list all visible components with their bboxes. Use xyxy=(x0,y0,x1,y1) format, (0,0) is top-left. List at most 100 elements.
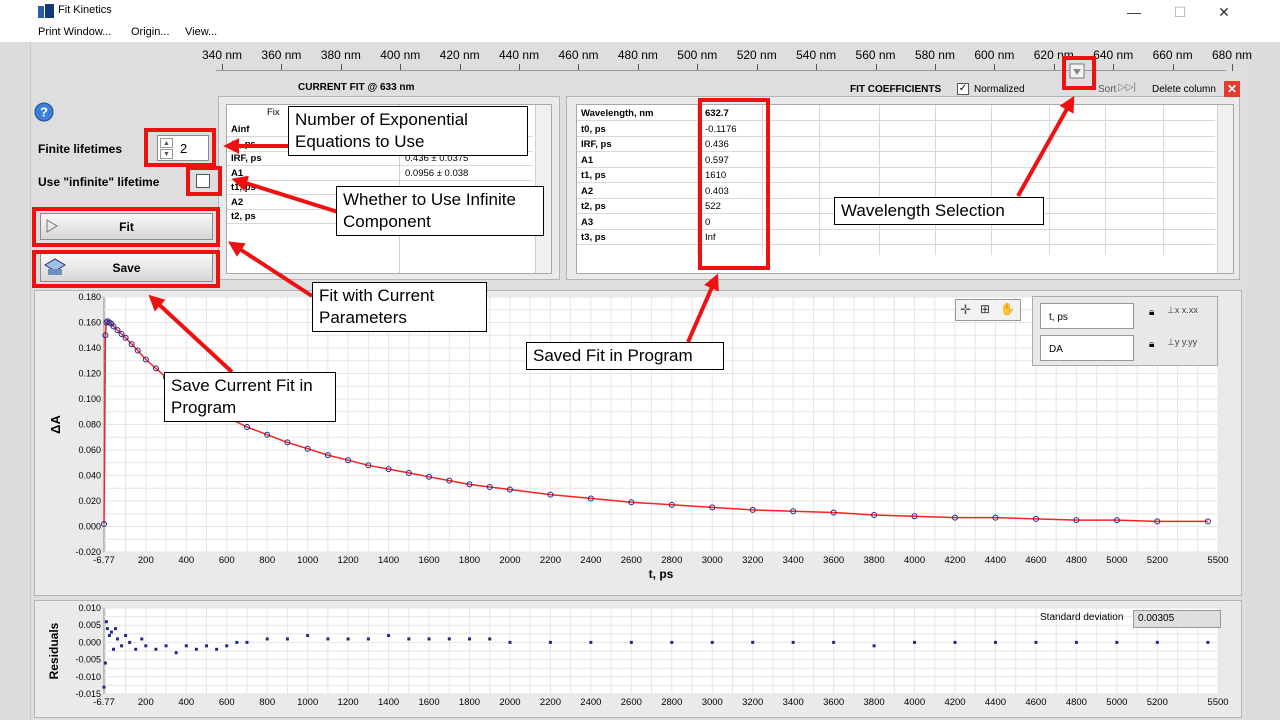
data-point xyxy=(326,637,330,641)
callout-saved: Saved Fit in Program xyxy=(526,342,724,370)
data-point xyxy=(103,661,107,665)
y-tick-label: 0.010 xyxy=(78,603,101,613)
x-tick-label: 1400 xyxy=(378,697,399,708)
data-point xyxy=(154,647,158,651)
x-tick-label: 2600 xyxy=(621,697,642,708)
x-tick-label: 3800 xyxy=(864,697,885,708)
x-tick-label: 2000 xyxy=(499,697,520,708)
data-point xyxy=(164,644,168,648)
x-tick-label: 1200 xyxy=(338,697,359,708)
data-point xyxy=(710,640,714,644)
data-point xyxy=(913,640,917,644)
y-axis-label: Residuals xyxy=(47,622,61,679)
x-tick-label: 200 xyxy=(138,697,154,708)
x-tick-label: 3400 xyxy=(783,697,804,708)
callout-save: Save Current Fit in Program xyxy=(164,372,336,422)
y-tick-label: 0.000 xyxy=(78,637,101,647)
data-point xyxy=(508,640,512,644)
x-tick-label: 2800 xyxy=(661,697,682,708)
data-point xyxy=(447,637,451,641)
data-point xyxy=(306,634,310,638)
std-dev-value: 0.00305 xyxy=(1133,610,1221,628)
data-point xyxy=(953,640,957,644)
data-point xyxy=(366,637,370,641)
data-point xyxy=(245,640,249,644)
data-point xyxy=(589,640,593,644)
data-point xyxy=(265,637,269,641)
data-point xyxy=(488,637,492,641)
y-tick-label: 0.005 xyxy=(78,620,101,630)
data-point xyxy=(548,640,552,644)
callout-wavelength: Wavelength Selection xyxy=(834,197,1044,225)
data-point xyxy=(387,634,391,638)
x-tick-label: 5500 xyxy=(1207,697,1228,708)
annotation-box-lifetimes xyxy=(144,128,216,167)
data-point xyxy=(144,644,148,648)
callout-infinite: Whether to Use Infinite Component xyxy=(336,186,544,236)
data-point xyxy=(670,640,674,644)
data-point xyxy=(1206,640,1210,644)
x-tick-label: 3200 xyxy=(742,697,763,708)
data-point xyxy=(102,685,106,689)
data-point xyxy=(128,640,132,644)
data-point xyxy=(872,644,876,648)
x-tick-label: 600 xyxy=(219,697,235,708)
y-tick-label: -0.010 xyxy=(75,672,101,682)
data-point xyxy=(120,644,124,648)
x-tick-label: 800 xyxy=(259,697,275,708)
data-point xyxy=(184,644,188,648)
data-point xyxy=(104,620,108,624)
data-point xyxy=(1034,640,1038,644)
x-tick-label: 5000 xyxy=(1106,697,1127,708)
data-point xyxy=(113,627,117,631)
data-point xyxy=(111,647,115,651)
x-tick-label: 4600 xyxy=(1025,697,1046,708)
x-tick-label: 2200 xyxy=(540,697,561,708)
data-point xyxy=(1155,640,1159,644)
data-point xyxy=(124,634,128,638)
data-point xyxy=(194,647,198,651)
data-point xyxy=(109,630,113,634)
x-tick-label: 4200 xyxy=(944,697,965,708)
x-tick-label: 400 xyxy=(178,697,194,708)
y-tick-label: -0.005 xyxy=(75,655,101,665)
x-tick-label: 3600 xyxy=(823,697,844,708)
x-tick-label: -6.77 xyxy=(93,697,115,708)
data-point xyxy=(832,640,836,644)
data-point xyxy=(105,627,109,631)
data-point xyxy=(407,637,411,641)
data-point xyxy=(225,644,229,648)
x-tick-label: 1800 xyxy=(459,697,480,708)
data-point xyxy=(993,640,997,644)
x-tick-label: 3000 xyxy=(702,697,723,708)
data-point xyxy=(205,644,209,648)
x-tick-label: 4000 xyxy=(904,697,925,708)
annotation-box-wavelength xyxy=(1062,56,1096,90)
annotation-box-saved xyxy=(698,98,770,270)
annotation-box-infinite xyxy=(186,166,222,196)
data-point xyxy=(1115,640,1119,644)
data-point xyxy=(215,647,219,651)
data-point xyxy=(235,640,239,644)
data-point xyxy=(791,640,795,644)
data-point xyxy=(285,637,289,641)
data-point xyxy=(751,640,755,644)
x-tick-label: 1600 xyxy=(418,697,439,708)
x-tick-label: 4400 xyxy=(985,697,1006,708)
std-dev-label: Standard deviation xyxy=(1040,612,1124,623)
data-point xyxy=(1074,640,1078,644)
data-point xyxy=(140,637,144,641)
x-tick-label: 4800 xyxy=(1066,697,1087,708)
data-point xyxy=(174,651,178,655)
data-point xyxy=(346,637,350,641)
callout-fit: Fit with Current Parameters xyxy=(312,282,487,332)
data-point xyxy=(427,637,431,641)
x-tick-label: 5200 xyxy=(1147,697,1168,708)
data-point xyxy=(134,647,138,651)
x-tick-label: 2400 xyxy=(580,697,601,708)
annotation-box-save xyxy=(32,250,220,288)
annotation-box-fit xyxy=(32,207,220,247)
data-point xyxy=(629,640,633,644)
callout-exponential: Number of Exponential Equations to Use xyxy=(288,106,528,156)
x-tick-label: 1000 xyxy=(297,697,318,708)
